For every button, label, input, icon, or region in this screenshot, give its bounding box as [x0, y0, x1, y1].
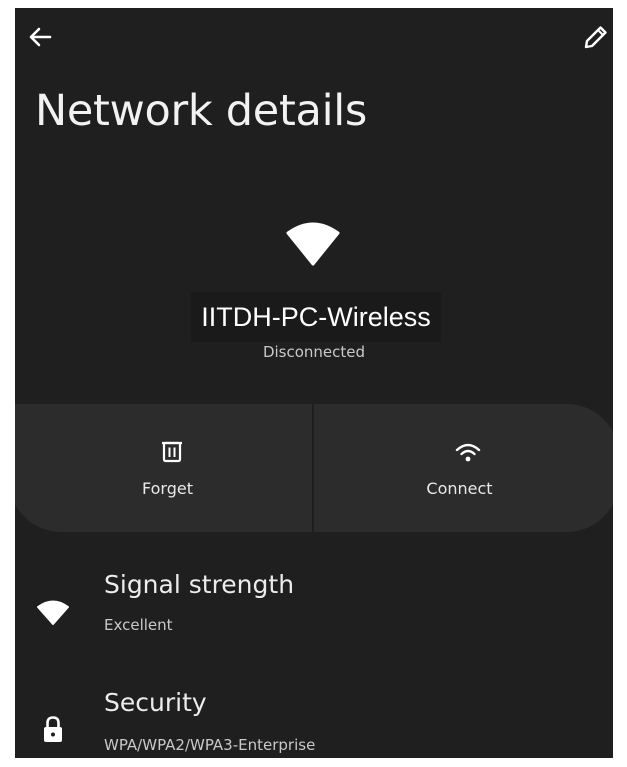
signal-strength-item[interactable]: Signal strength Excellent: [15, 560, 613, 646]
edit-button[interactable]: [581, 22, 611, 52]
connect-button[interactable]: Connect: [314, 404, 613, 532]
connect-label: Connect: [426, 479, 493, 498]
forget-button[interactable]: Forget: [15, 404, 312, 532]
security-title: Security: [104, 688, 207, 717]
forget-label: Forget: [142, 479, 193, 498]
trash-icon: [162, 441, 182, 463]
pencil-icon: [584, 26, 607, 49]
action-buttons: Forget Connect: [15, 404, 613, 532]
lock-icon: [44, 716, 62, 742]
signal-strength-title: Signal strength: [104, 570, 295, 599]
network-status: Disconnected: [262, 343, 366, 361]
arrow-left-icon: [29, 27, 52, 47]
back-button[interactable]: [25, 22, 55, 52]
top-app-bar: [15, 8, 613, 72]
security-item[interactable]: Security WPA/WPA2/WPA3-Enterprise: [15, 682, 613, 758]
signal-strength-value: Excellent: [104, 616, 173, 634]
wifi-filled-icon: [286, 222, 340, 266]
wifi-filled-icon: [37, 600, 69, 625]
page-title: Network details: [35, 86, 367, 136]
network-name: IITDH-PC-Wireless: [191, 292, 441, 342]
wifi-icon: [455, 443, 481, 462]
network-details-screen: Network details IITDH-PC-Wireless Discon…: [15, 8, 613, 758]
security-value: WPA/WPA2/WPA3-Enterprise: [104, 736, 316, 754]
